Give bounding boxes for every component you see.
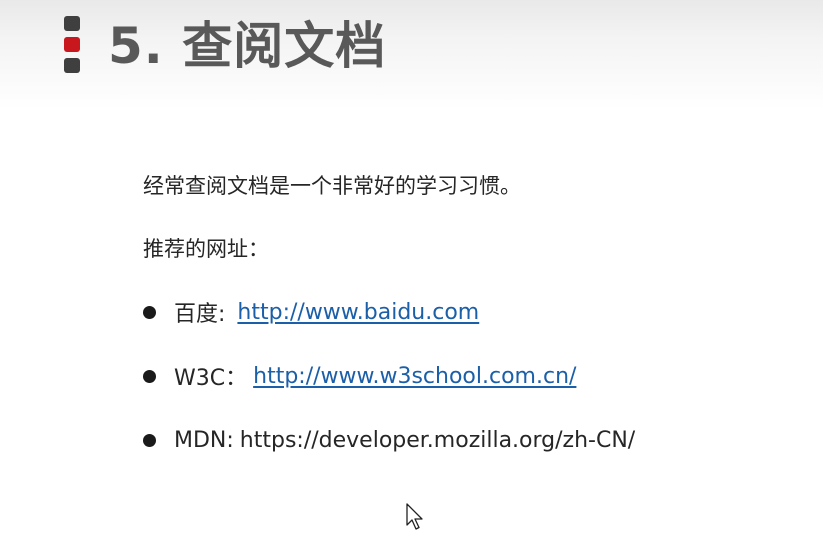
- baidu-link[interactable]: http://www.baidu.com: [237, 300, 479, 325]
- list-item-baidu: 百度: http://www.baidu.com: [143, 297, 479, 327]
- w3school-link[interactable]: http://www.w3school.com.cn/: [253, 364, 576, 389]
- site-label: 百度:: [174, 302, 226, 327]
- slide-title: 5. 查阅文档: [108, 17, 387, 75]
- marker-block-top: [64, 16, 80, 31]
- mouse-cursor-icon: [406, 503, 423, 530]
- site-label: MDN:: [174, 427, 234, 453]
- marker-block-middle: [64, 37, 80, 52]
- sites-label: 推荐的网址：: [143, 237, 269, 261]
- marker-block-bottom: [64, 58, 80, 73]
- bullet-icon: [143, 305, 156, 319]
- site-label: W3C：: [174, 366, 248, 391]
- slide-marker-icon: [64, 16, 80, 76]
- list-item-mdn: MDN: https://developer.mozilla.org/zh-CN…: [143, 425, 635, 455]
- bullet-icon: [143, 433, 156, 447]
- mdn-url-text: https://developer.mozilla.org/zh-CN/: [239, 427, 636, 453]
- intro-text: 经常查阅文档是一个非常好的学习习惯。: [143, 174, 521, 198]
- bullet-icon: [143, 369, 156, 383]
- list-item-w3c: W3C： http://www.w3school.com.cn/: [143, 361, 576, 391]
